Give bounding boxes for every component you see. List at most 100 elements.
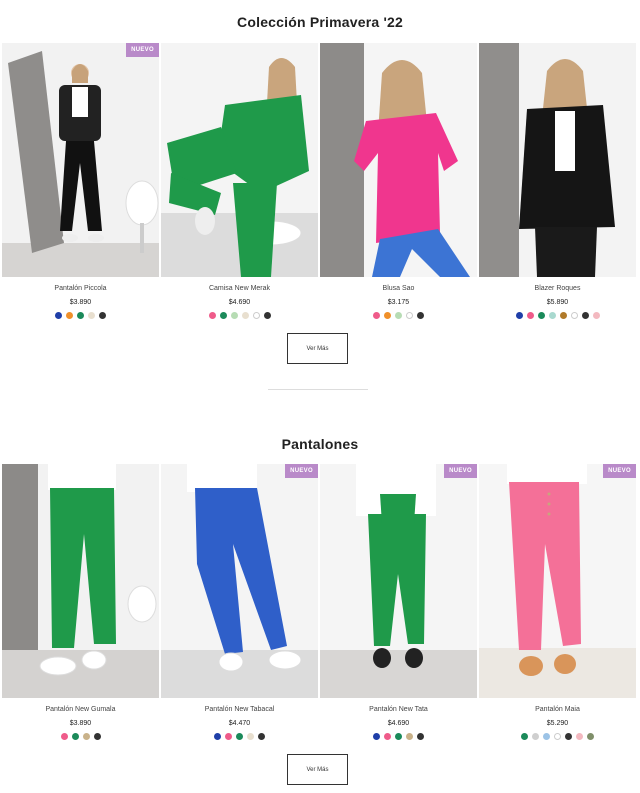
color-swatch[interactable] xyxy=(576,733,583,740)
color-swatch[interactable] xyxy=(537,312,545,319)
product-grid-collection: NUEVO Pantalón Piccola $3.890 Camisa New… xyxy=(2,43,638,319)
product-price: $3.175 xyxy=(387,299,410,306)
see-more-button[interactable]: Ver Más xyxy=(287,754,348,785)
color-swatch[interactable] xyxy=(82,733,90,740)
color-swatch[interactable] xyxy=(554,733,561,740)
color-swatches xyxy=(373,733,424,740)
product-name[interactable]: Blusa Sao xyxy=(383,284,415,293)
product-photo-illustration xyxy=(2,464,159,698)
color-swatch[interactable] xyxy=(66,312,73,319)
color-swatch[interactable] xyxy=(543,733,550,740)
color-swatch[interactable] xyxy=(395,733,402,740)
color-swatch[interactable] xyxy=(230,312,238,319)
product-price: $4.470 xyxy=(228,720,251,727)
product-name[interactable]: Blazer Roques xyxy=(535,284,581,293)
color-swatch[interactable] xyxy=(395,312,402,319)
product-photo-illustration xyxy=(479,43,636,277)
color-swatches xyxy=(214,733,265,740)
product-photo-illustration xyxy=(479,464,636,698)
product-image[interactable] xyxy=(161,43,318,277)
product-price: $3.890 xyxy=(69,720,92,727)
color-swatch[interactable] xyxy=(263,312,271,319)
product-photo-illustration xyxy=(161,43,318,277)
color-swatch[interactable] xyxy=(77,312,84,319)
product-image[interactable] xyxy=(479,43,636,277)
product-image[interactable]: NUEVO xyxy=(2,43,159,277)
product-grid-pants: Pantalón New Gumala $3.890 NUEVO Pantaló… xyxy=(2,464,638,740)
product-photo-illustration xyxy=(320,43,477,277)
color-swatch[interactable] xyxy=(373,733,380,740)
product-card[interactable]: NUEVO Pantalón Maia $5.290 xyxy=(479,464,636,740)
color-swatch[interactable] xyxy=(417,733,424,740)
color-swatch[interactable] xyxy=(515,312,523,319)
product-photo-illustration xyxy=(161,464,318,698)
new-badge: NUEVO xyxy=(603,464,636,478)
color-swatch[interactable] xyxy=(71,733,79,740)
color-swatch[interactable] xyxy=(570,312,578,319)
product-photo-illustration xyxy=(320,464,477,698)
product-card[interactable]: Blazer Roques $5.890 xyxy=(479,43,636,319)
product-card[interactable]: Camisa New Merak $4.690 xyxy=(161,43,318,319)
color-swatch[interactable] xyxy=(55,312,62,319)
new-badge: NUEVO xyxy=(126,43,159,57)
color-swatches xyxy=(521,733,594,740)
section-divider xyxy=(268,389,368,390)
product-price: $3.890 xyxy=(69,299,92,306)
color-swatch[interactable] xyxy=(208,312,216,319)
product-card[interactable]: NUEVO Pantalón New Tabacal $4.470 xyxy=(161,464,318,740)
section-title-collection: Colección Primavera '22 xyxy=(237,14,403,30)
color-swatch[interactable] xyxy=(592,312,600,319)
color-swatch[interactable] xyxy=(559,312,567,319)
product-name[interactable]: Pantalón New Tabacal xyxy=(205,705,275,714)
color-swatch[interactable] xyxy=(99,312,106,319)
product-name[interactable]: Pantalón Maia xyxy=(535,705,580,714)
product-image[interactable]: NUEVO xyxy=(161,464,318,698)
color-swatch[interactable] xyxy=(384,733,391,740)
color-swatch[interactable] xyxy=(236,733,243,740)
color-swatches xyxy=(60,733,101,740)
color-swatch[interactable] xyxy=(532,733,539,740)
color-swatch[interactable] xyxy=(373,312,380,319)
color-swatch[interactable] xyxy=(384,312,391,319)
color-swatch[interactable] xyxy=(241,312,249,319)
product-name[interactable]: Pantalón Piccola xyxy=(54,284,106,293)
product-card[interactable]: Blusa Sao $3.175 xyxy=(320,43,477,319)
product-name[interactable]: Camisa New Merak xyxy=(209,284,270,293)
color-swatches xyxy=(55,312,106,319)
color-swatches xyxy=(373,312,424,319)
product-name[interactable]: Pantalón New Tata xyxy=(369,705,428,714)
color-swatch[interactable] xyxy=(88,312,95,319)
section-title-pants: Pantalones xyxy=(281,436,359,452)
color-swatch[interactable] xyxy=(565,733,572,740)
color-swatch[interactable] xyxy=(548,312,556,319)
color-swatch[interactable] xyxy=(521,733,528,740)
color-swatches xyxy=(515,312,600,319)
product-image[interactable] xyxy=(2,464,159,698)
product-image[interactable]: NUEVO xyxy=(320,464,477,698)
product-image[interactable]: NUEVO xyxy=(479,464,636,698)
color-swatch[interactable] xyxy=(247,733,254,740)
product-photo-illustration xyxy=(2,43,159,277)
color-swatch[interactable] xyxy=(93,733,101,740)
color-swatch[interactable] xyxy=(406,312,413,319)
color-swatch[interactable] xyxy=(526,312,534,319)
product-card[interactable]: Pantalón New Gumala $3.890 xyxy=(2,464,159,740)
color-swatch[interactable] xyxy=(252,312,260,319)
color-swatches xyxy=(208,312,271,319)
color-swatch[interactable] xyxy=(258,733,265,740)
color-swatch[interactable] xyxy=(417,312,424,319)
product-card[interactable]: NUEVO Pantalón Piccola $3.890 xyxy=(2,43,159,319)
product-name[interactable]: Pantalón New Gumala xyxy=(45,705,115,714)
color-swatch[interactable] xyxy=(214,733,221,740)
product-price: $5.290 xyxy=(546,720,569,727)
new-badge: NUEVO xyxy=(444,464,477,478)
color-swatch[interactable] xyxy=(406,733,413,740)
product-card[interactable]: NUEVO Pantalón New Tata $4.690 xyxy=(320,464,477,740)
color-swatch[interactable] xyxy=(587,733,594,740)
color-swatch[interactable] xyxy=(225,733,232,740)
color-swatch[interactable] xyxy=(60,733,68,740)
color-swatch[interactable] xyxy=(581,312,589,319)
product-image[interactable] xyxy=(320,43,477,277)
color-swatch[interactable] xyxy=(219,312,227,319)
see-more-button[interactable]: Ver Más xyxy=(287,333,348,364)
